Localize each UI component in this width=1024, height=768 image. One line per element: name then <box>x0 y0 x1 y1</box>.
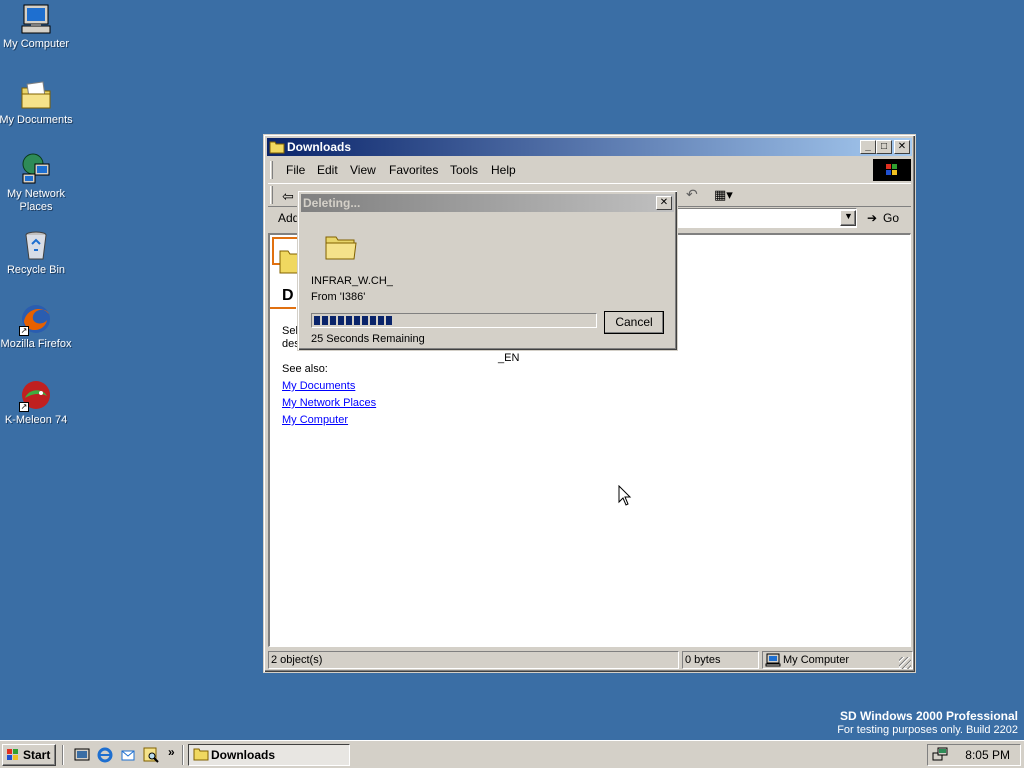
firefox-icon: ↗ <box>19 302 53 336</box>
computer-icon <box>19 2 53 36</box>
file-label-fragment: _EN <box>498 352 520 364</box>
menu-bar: File Edit View Favorites Tools Help <box>268 159 911 181</box>
desktop-icon-my-documents[interactable]: My Documents <box>0 78 74 127</box>
deleting-source: From 'I386' <box>311 291 366 303</box>
cancel-label: Cancel <box>615 315 653 329</box>
go-arrow-icon: ➔ <box>867 211 878 225</box>
desktop-icon-label: My Documents <box>0 114 73 126</box>
dialog-titlebar[interactable]: Deleting... ✕ <box>301 194 674 212</box>
status-bar: 2 object(s) 0 bytes My Computer <box>268 649 913 669</box>
menu-edit[interactable]: Edit <box>317 163 338 177</box>
menu-help[interactable]: Help <box>491 163 516 177</box>
back-icon[interactable]: ⇦ <box>282 188 294 205</box>
menu-tools[interactable]: Tools <box>450 163 478 177</box>
start-button[interactable]: Start <box>2 744 56 766</box>
folder-icon <box>193 747 209 767</box>
network-places-icon <box>19 152 53 186</box>
dialog-title: Deleting... <box>303 196 361 210</box>
system-tray: 8:05 PM <box>927 744 1021 766</box>
desktop-icon-k-meleon[interactable]: ↗ K-Meleon 74 <box>0 378 74 427</box>
watermark-build: For testing purposes only. Build 2202 <box>837 724 1018 736</box>
close-button[interactable]: ✕ <box>894 140 910 154</box>
os-build-watermark: SD Windows 2000 Professional For testing… <box>837 709 1018 736</box>
windows-flag-icon <box>873 159 911 181</box>
minimize-button[interactable]: _ <box>860 140 876 154</box>
taskbar-button-label: Downloads <box>211 748 276 762</box>
folder-heading: D <box>282 287 294 304</box>
desktop-icon-label: My Computer <box>2 38 70 50</box>
windows-logo-icon <box>6 748 20 768</box>
outlook-express-icon[interactable] <box>120 747 136 763</box>
quick-launch-overflow-icon[interactable]: » <box>168 745 175 759</box>
deleting-folder-icon <box>324 231 358 266</box>
taskbar: Start » Downloads 8:05 PM <box>0 740 1024 768</box>
desktop-icon-label: Recycle Bin <box>6 264 66 276</box>
menu-file[interactable]: File <box>286 163 305 177</box>
link-my-network-places[interactable]: My Network Places <box>282 397 376 409</box>
explorer-titlebar[interactable]: Downloads _ □ ✕ <box>267 138 912 156</box>
mouse-cursor-icon <box>618 484 632 510</box>
menu-view[interactable]: View <box>350 163 376 177</box>
network-tray-icon[interactable] <box>932 747 948 766</box>
desktop-icon-label: My Network Places <box>6 188 66 213</box>
undo-icon[interactable]: ↶ <box>686 186 698 203</box>
desktop-icon-my-network-places[interactable]: My Network Places <box>0 152 74 214</box>
status-zone-label: My Computer <box>783 654 850 666</box>
shortcut-arrow-icon: ↗ <box>19 402 29 412</box>
deleting-file-name: INFRAR_W.CH_ <box>311 275 393 287</box>
deleting-dialog: Deleting... ✕ INFRAR_W.CH_ From 'I386' 2… <box>297 190 678 351</box>
see-also-label: See also: <box>282 363 328 375</box>
chevron-down-icon: ▼ <box>844 211 853 221</box>
watermark-edition: SD Windows 2000 Professional <box>840 709 1018 723</box>
taskbar-button-downloads[interactable]: Downloads <box>188 744 350 766</box>
desktop-icon-mozilla-firefox[interactable]: ↗ Mozilla Firefox <box>0 302 74 351</box>
documents-folder-icon <box>19 78 53 112</box>
time-remaining: 25 Seconds Remaining <box>311 333 425 345</box>
folder-icon <box>269 140 285 154</box>
desktop-icon-my-computer[interactable]: My Computer <box>0 2 74 51</box>
desktop-icon-label: K-Meleon 74 <box>4 414 68 426</box>
show-desktop-icon[interactable] <box>74 747 90 763</box>
maximize-button[interactable]: □ <box>876 140 892 154</box>
status-zone: My Computer <box>762 651 913 669</box>
window-title: Downloads <box>287 140 352 154</box>
start-label: Start <box>23 748 51 762</box>
resize-grip-icon[interactable] <box>899 657 911 669</box>
menu-grip[interactable] <box>270 161 273 179</box>
status-size: 0 bytes <box>682 651 759 669</box>
taskbar-separator <box>62 745 64 765</box>
link-my-documents[interactable]: My Documents <box>282 380 355 392</box>
computer-icon <box>765 653 781 672</box>
status-object-count: 2 object(s) <box>268 651 679 669</box>
link-my-computer[interactable]: My Computer <box>282 414 348 426</box>
address-dropdown-button[interactable]: ▼ <box>840 210 856 226</box>
shortcut-arrow-icon: ↗ <box>19 326 29 336</box>
internet-explorer-icon[interactable] <box>97 747 113 763</box>
go-button[interactable]: ➔ Go <box>865 209 907 227</box>
views-icon[interactable]: ▦▾ <box>714 187 733 203</box>
progress-fill <box>314 316 392 325</box>
cancel-button[interactable]: Cancel <box>604 311 664 334</box>
toolbar-grip[interactable] <box>270 186 273 204</box>
k-meleon-icon: ↗ <box>19 378 53 412</box>
desktop-icon-label: Mozilla Firefox <box>0 338 72 350</box>
menu-favorites[interactable]: Favorites <box>389 163 438 177</box>
desktop-icon-recycle-bin[interactable]: Recycle Bin <box>0 228 74 277</box>
heading-underline <box>270 307 296 309</box>
clock[interactable]: 8:05 PM <box>965 748 1010 762</box>
taskbar-separator <box>182 745 184 765</box>
delete-progress-bar <box>311 313 597 328</box>
recycle-bin-icon <box>19 228 53 262</box>
dialog-close-button[interactable]: ✕ <box>656 196 672 210</box>
search-icon[interactable] <box>143 747 159 763</box>
go-label: Go <box>883 211 900 225</box>
